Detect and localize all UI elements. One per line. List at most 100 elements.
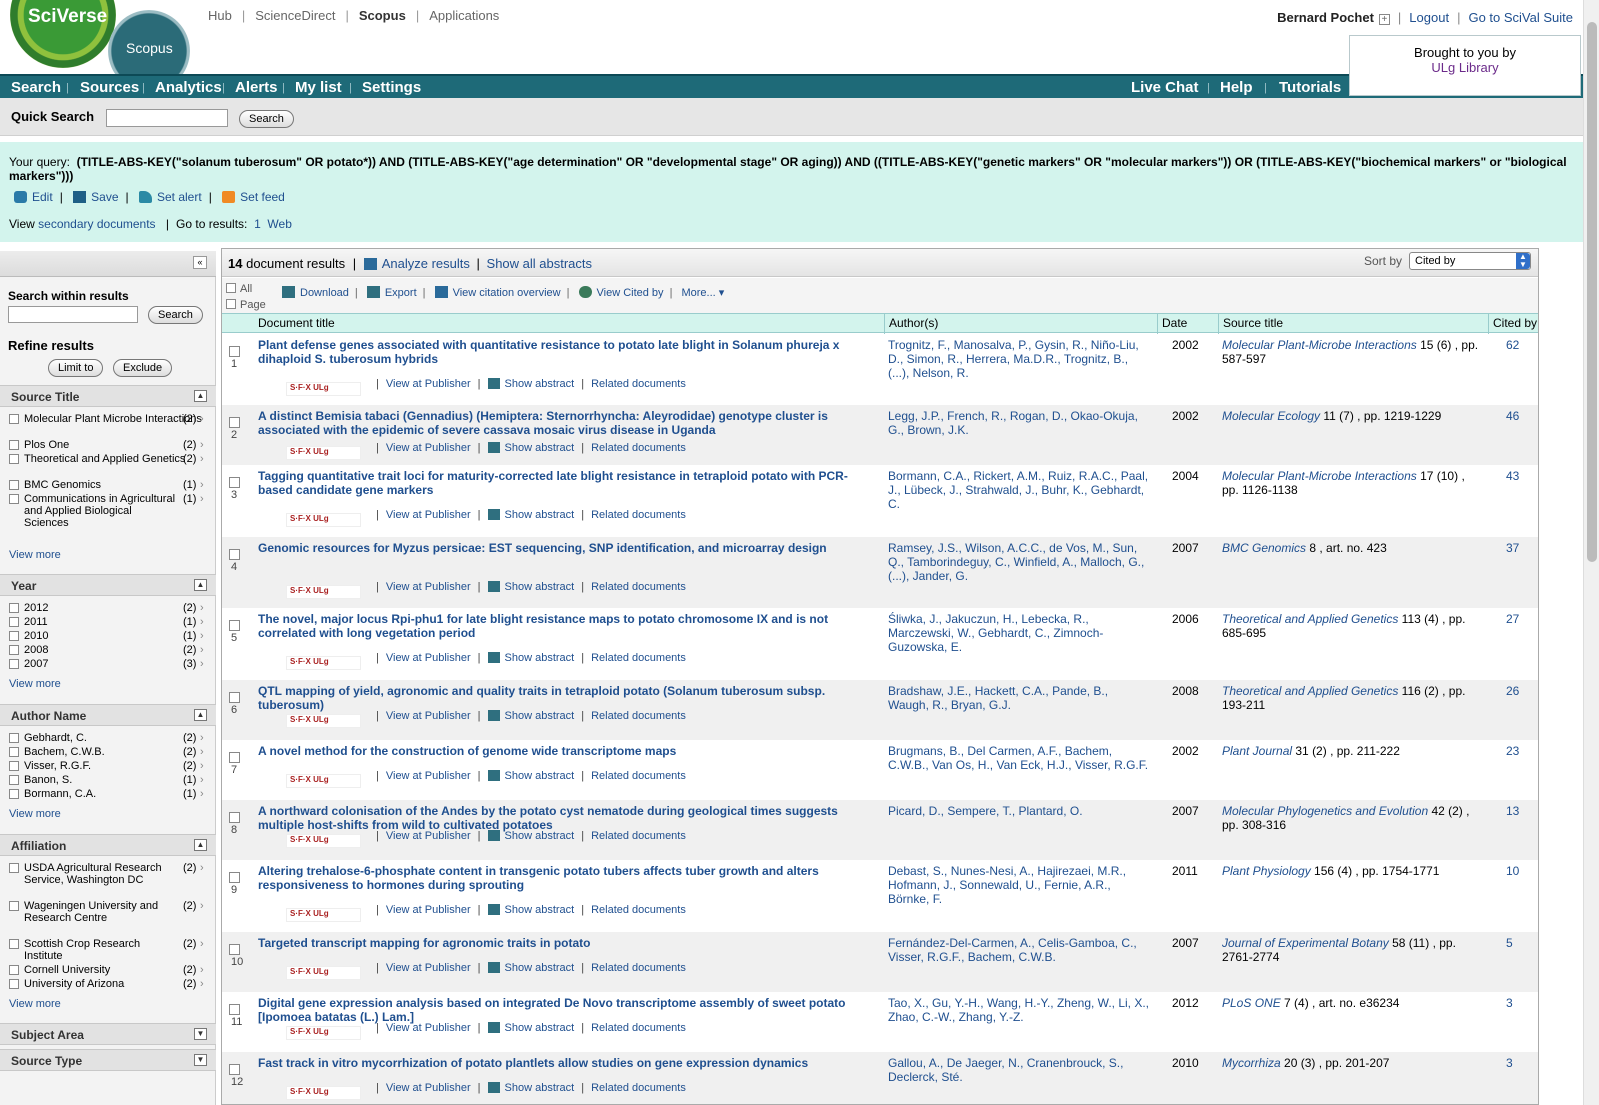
facet-checkbox[interactable] bbox=[9, 775, 19, 785]
show-abstract-link[interactable]: Show abstract bbox=[505, 962, 575, 974]
chevron-right-icon[interactable]: › bbox=[200, 774, 204, 786]
chevron-right-icon[interactable]: › bbox=[200, 746, 204, 758]
limit-to-button[interactable]: Limit to bbox=[48, 359, 104, 377]
cited-by-count[interactable]: 26 bbox=[1506, 684, 1519, 698]
chevron-right-icon[interactable]: › bbox=[200, 439, 204, 451]
nav-my-list[interactable]: My list bbox=[295, 79, 342, 96]
document-title-link[interactable]: Plant defense genes associated with quan… bbox=[258, 338, 878, 366]
row-checkbox[interactable] bbox=[229, 620, 240, 631]
chevron-right-icon[interactable]: › bbox=[200, 616, 204, 628]
scival-link[interactable]: Go to SciVal Suite bbox=[1468, 10, 1573, 25]
chevron-right-icon[interactable]: › bbox=[200, 630, 204, 642]
show-abstract-link[interactable]: Show abstract bbox=[505, 509, 575, 521]
sfx-ulg-logo[interactable]: S·F·X ULg bbox=[286, 585, 361, 599]
facet-checkbox[interactable] bbox=[9, 965, 19, 975]
nav-tutorials[interactable]: Tutorials bbox=[1279, 79, 1341, 96]
source-title-link[interactable]: PLoS ONE bbox=[1222, 996, 1281, 1010]
cited-by-count[interactable]: 23 bbox=[1506, 744, 1519, 758]
source-title-link[interactable]: Molecular Plant-Microbe Interactions bbox=[1222, 338, 1417, 352]
row-checkbox[interactable] bbox=[229, 692, 240, 703]
exclude-button[interactable]: Exclude bbox=[113, 359, 173, 377]
document-title-link[interactable]: A novel method for the construction of g… bbox=[258, 744, 878, 758]
source-title-link[interactable]: Molecular Plant-Microbe Interactions bbox=[1222, 469, 1417, 483]
facet-checkbox[interactable] bbox=[9, 901, 19, 911]
facet-checkbox[interactable] bbox=[9, 939, 19, 949]
nav-analytics[interactable]: Analytics bbox=[155, 79, 222, 96]
cited-by-count[interactable]: 62 bbox=[1506, 338, 1519, 352]
citation-overview-link[interactable]: View citation overview bbox=[453, 287, 561, 299]
topnav-scopus[interactable]: Scopus bbox=[359, 8, 406, 23]
sfx-ulg-logo[interactable]: S·F·X ULg bbox=[286, 656, 361, 670]
facet-checkbox[interactable] bbox=[9, 789, 19, 799]
view-at-publisher-link[interactable]: View at Publisher bbox=[386, 581, 471, 593]
authors-links[interactable]: Trognitz, F., Manosalva, P., Gysin, R., … bbox=[888, 338, 1150, 380]
related-documents-link[interactable]: Related documents bbox=[591, 770, 686, 782]
facet-checkbox[interactable] bbox=[9, 733, 19, 743]
source-title-link[interactable]: Journal of Experimental Botany bbox=[1222, 936, 1389, 950]
collapse-icon[interactable]: ▲ bbox=[194, 390, 207, 402]
chevron-right-icon[interactable]: › bbox=[200, 900, 204, 912]
chevron-right-icon[interactable]: › bbox=[200, 413, 204, 425]
quick-search-button[interactable]: Search bbox=[239, 110, 294, 128]
expand-icon[interactable]: + bbox=[1378, 14, 1390, 25]
sfx-ulg-logo[interactable]: S·F·X ULg bbox=[286, 1086, 361, 1100]
sort-select[interactable]: Cited by ▲ ▼ bbox=[1409, 252, 1531, 270]
sfx-ulg-logo[interactable]: S·F·X ULg bbox=[286, 714, 361, 728]
authors-links[interactable]: Bradshaw, J.E., Hackett, C.A., Pande, B.… bbox=[888, 684, 1150, 712]
goto-web[interactable]: Web bbox=[267, 217, 291, 231]
view-at-publisher-link[interactable]: View at Publisher bbox=[386, 904, 471, 916]
sfx-ulg-logo[interactable]: S·F·X ULg bbox=[286, 513, 361, 527]
authors-links[interactable]: Brugmans, B., Del Carmen, A.F., Bachem, … bbox=[888, 744, 1150, 772]
related-documents-link[interactable]: Related documents bbox=[591, 710, 686, 722]
related-documents-link[interactable]: Related documents bbox=[591, 830, 686, 842]
related-documents-link[interactable]: Related documents bbox=[591, 509, 686, 521]
nav-alerts[interactable]: Alerts bbox=[235, 79, 278, 96]
document-title-link[interactable]: The novel, major locus Rpi-phu1 for late… bbox=[258, 612, 878, 640]
quick-search-input[interactable] bbox=[106, 109, 228, 127]
user-name[interactable]: Bernard Pochet bbox=[1277, 10, 1374, 25]
view-at-publisher-link[interactable]: View at Publisher bbox=[386, 830, 471, 842]
source-title-link[interactable]: Mycorrhiza bbox=[1222, 1056, 1281, 1070]
row-checkbox[interactable] bbox=[229, 417, 240, 428]
goto-results-1[interactable]: 1 bbox=[254, 217, 261, 231]
set-feed-link[interactable]: Set feed bbox=[240, 190, 285, 204]
logout-link[interactable]: Logout bbox=[1409, 10, 1449, 25]
topnav-hub[interactable]: Hub bbox=[208, 8, 232, 23]
col-cited-by[interactable]: Cited by bbox=[1493, 316, 1537, 330]
facet-checkbox[interactable] bbox=[9, 659, 19, 669]
authors-links[interactable]: Debast, S., Nunes-Nesi, A., Hajirezaei, … bbox=[888, 864, 1150, 906]
authors-links[interactable]: Picard, D., Sempere, T., Plantard, O. bbox=[888, 804, 1150, 818]
view-at-publisher-link[interactable]: View at Publisher bbox=[386, 652, 471, 664]
collapse-icon[interactable]: ▲ bbox=[194, 839, 207, 851]
document-title-link[interactable]: Tagging quantitative trait loci for matu… bbox=[258, 469, 878, 497]
col-document-title[interactable]: Document title bbox=[258, 316, 335, 330]
sfx-ulg-logo[interactable]: S·F·X ULg bbox=[286, 446, 361, 460]
show-abstract-link[interactable]: Show abstract bbox=[505, 1082, 575, 1094]
nav-live-chat[interactable]: Live Chat bbox=[1131, 79, 1199, 96]
select-page-checkbox[interactable] bbox=[226, 299, 236, 309]
sfx-ulg-logo[interactable]: S·F·X ULg bbox=[286, 382, 361, 396]
view-at-publisher-link[interactable]: View at Publisher bbox=[386, 509, 471, 521]
view-at-publisher-link[interactable]: View at Publisher bbox=[386, 442, 471, 454]
save-link[interactable]: Save bbox=[91, 190, 118, 204]
show-abstract-link[interactable]: Show abstract bbox=[505, 442, 575, 454]
related-documents-link[interactable]: Related documents bbox=[591, 1082, 686, 1094]
document-title-link[interactable]: Digital gene expression analysis based o… bbox=[258, 996, 878, 1024]
analyze-results-link[interactable]: Analyze results bbox=[382, 256, 470, 271]
view-more-link[interactable]: View more bbox=[0, 672, 216, 690]
sfx-ulg-logo[interactable]: S·F·X ULg bbox=[286, 834, 361, 848]
show-abstract-link[interactable]: Show abstract bbox=[505, 378, 575, 390]
expand-icon[interactable]: ▼ bbox=[194, 1054, 207, 1066]
topnav-applications[interactable]: Applications bbox=[429, 8, 499, 23]
show-abstract-link[interactable]: Show abstract bbox=[505, 830, 575, 842]
facet-checkbox[interactable] bbox=[9, 494, 19, 504]
library-link[interactable]: ULg Library bbox=[1431, 60, 1498, 75]
document-title-link[interactable]: Targeted transcript mapping for agronomi… bbox=[258, 936, 878, 950]
sfx-ulg-logo[interactable]: S·F·X ULg bbox=[286, 908, 361, 922]
chevron-right-icon[interactable]: › bbox=[200, 862, 204, 874]
view-at-publisher-link[interactable]: View at Publisher bbox=[386, 1022, 471, 1034]
source-title-link[interactable]: Plant Journal bbox=[1222, 744, 1292, 758]
col-authors[interactable]: Author(s) bbox=[889, 316, 938, 330]
source-title-link[interactable]: Molecular Phylogenetics and Evolution bbox=[1222, 804, 1428, 818]
document-title-link[interactable]: Altering trehalose-6-phosphate content i… bbox=[258, 864, 878, 892]
